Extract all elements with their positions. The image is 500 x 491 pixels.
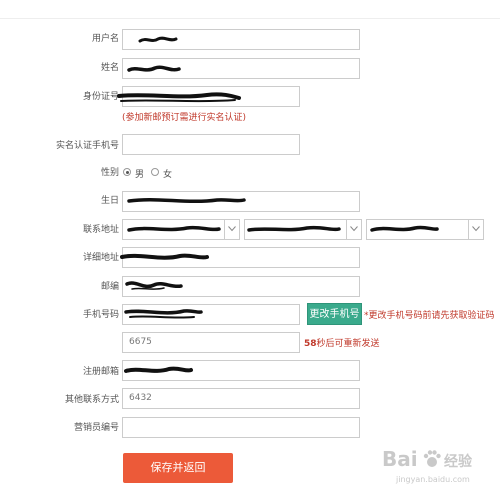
other-contact-label: 其他联系方式: [64, 395, 119, 405]
address-label: 联系地址: [82, 225, 119, 235]
birthday-label: 生日: [100, 196, 119, 206]
realname-phone-input[interactable]: [122, 134, 300, 155]
gender-female-text: 女: [163, 170, 173, 180]
countdown-suffix: 秒后可重新发送: [316, 339, 380, 349]
detail-address-label: 详细地址: [82, 253, 119, 263]
gender-male-radio[interactable]: [123, 168, 131, 176]
watermark-brand: Bai: [382, 447, 418, 471]
redacted-scribble: [125, 281, 183, 290]
postcode-label: 邮编: [100, 282, 119, 292]
chevron-down-icon: [224, 220, 239, 239]
salesperson-label: 营销员编号: [73, 423, 119, 433]
chevron-down-icon: [346, 220, 361, 239]
paw-icon: [423, 450, 441, 467]
countdown-seconds: 58: [304, 339, 317, 349]
other-contact-input[interactable]: 6432: [122, 388, 360, 409]
chevron-down-icon: [468, 220, 483, 239]
redacted-scribble: [124, 366, 193, 373]
top-divider: [0, 18, 500, 19]
redacted-scribble: [127, 65, 181, 72]
redacted-scribble: [127, 197, 246, 204]
gender-male-text: 男: [135, 170, 145, 180]
watermark-brand-tail: 经验: [444, 454, 472, 470]
gender-female-radio[interactable]: [151, 168, 159, 176]
baidu-jingyan-watermark: Bai 经验 jingyan.baidu.com: [382, 447, 500, 491]
watermark-url: jingyan.baidu.com: [396, 475, 470, 484]
redacted-scribble: [117, 92, 241, 103]
change-phone-button[interactable]: 更改手机号: [307, 303, 362, 325]
salesperson-input[interactable]: [122, 417, 360, 438]
save-and-return-button[interactable]: 保存并返回: [123, 453, 233, 483]
email-label: 注册邮箱: [82, 367, 119, 377]
redacted-scribble: [370, 225, 439, 232]
name-label: 姓名: [100, 63, 119, 73]
idcard-hint: (参加新邮预订需进行实名认证): [122, 113, 247, 123]
change-phone-note: *更改手机号码前请先获取验证码: [364, 311, 495, 321]
idcard-label: 身份证号: [82, 92, 119, 102]
countdown-text: 58秒后可重新发送: [304, 336, 380, 349]
gender-label: 性别: [100, 168, 119, 178]
realname-phone-label: 实名认证手机号: [55, 141, 119, 151]
redacted-scribble: [138, 36, 178, 43]
redacted-scribble: [120, 253, 209, 260]
verify-code-input[interactable]: 6675: [122, 332, 300, 353]
redacted-scribble: [247, 225, 341, 232]
mobile-label: 手机号码: [82, 310, 119, 320]
username-label: 用户名: [91, 34, 119, 44]
redacted-scribble: [124, 309, 203, 319]
redacted-scribble: [127, 225, 221, 232]
